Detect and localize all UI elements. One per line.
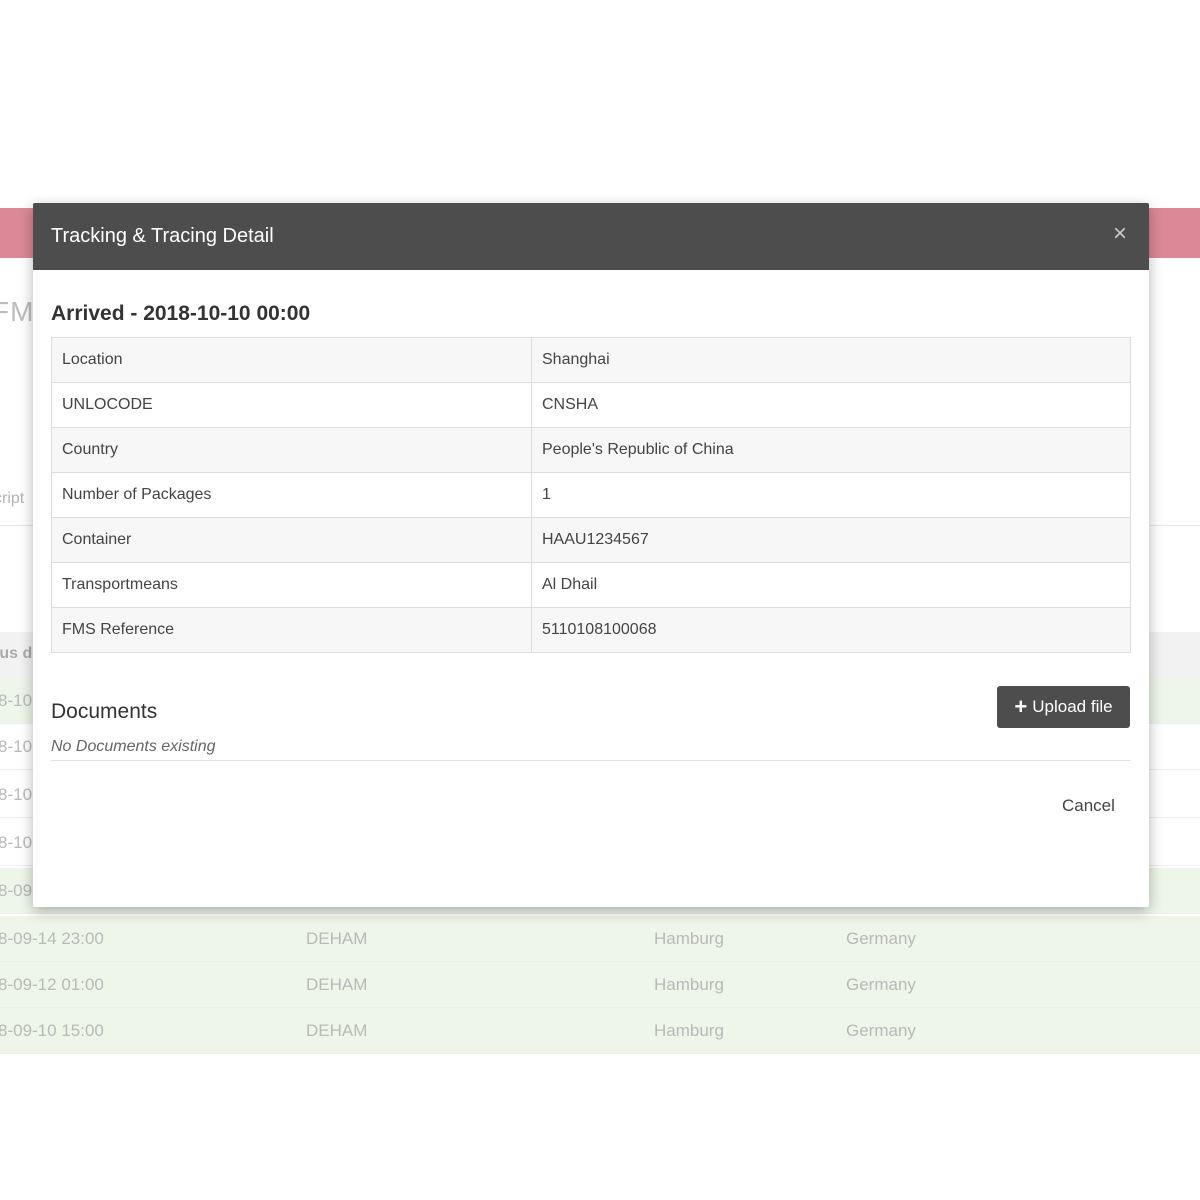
- detail-label: Country: [51, 427, 532, 473]
- documents-heading: Documents: [51, 700, 158, 723]
- detail-label: Container: [51, 517, 532, 563]
- detail-value: Shanghai: [531, 337, 1131, 383]
- tracking-detail-modal: Tracking & Tracing Detail × Arrived - 20…: [33, 203, 1149, 907]
- detail-row: Country People's Republic of China: [51, 427, 1131, 473]
- detail-row: FMS Reference 5110108100068: [51, 607, 1131, 653]
- background-cell-date: 8-10: [0, 785, 33, 804]
- detail-value: Al Dhail: [531, 562, 1131, 608]
- background-cell-date: 8-10: [0, 737, 33, 756]
- background-cell-unlocode: DEHAM: [306, 1021, 368, 1040]
- background-cell-date: 8-09: [0, 881, 33, 900]
- documents-divider: [51, 760, 1131, 761]
- detail-value: People's Republic of China: [531, 427, 1131, 473]
- detail-label: Number of Packages: [51, 472, 532, 518]
- background-table-header-label: tus d: [0, 645, 33, 662]
- background-cell-location: Hamburg: [654, 1021, 724, 1040]
- background-table-row: 8-09-12 01:00 DEHAM Hamburg Germany: [0, 962, 1200, 1008]
- close-icon[interactable]: ×: [1107, 221, 1133, 247]
- background-cell-unlocode: DEHAM: [306, 975, 368, 994]
- cancel-button[interactable]: Cancel: [1062, 796, 1115, 816]
- detail-row: Location Shanghai: [51, 337, 1131, 383]
- no-documents-message: No Documents existing: [51, 738, 216, 755]
- background-cell-date: 8-10: [0, 691, 33, 710]
- detail-row: Transportmeans Al Dhail: [51, 562, 1131, 608]
- detail-row: Number of Packages 1: [51, 472, 1131, 518]
- status-heading: Arrived - 2018-10-10 00:00: [51, 302, 311, 325]
- detail-value: 1: [531, 472, 1131, 518]
- upload-file-label: Upload file: [1032, 697, 1113, 716]
- modal-header: Tracking & Tracing Detail ×: [33, 203, 1149, 270]
- background-cell-date: 8-09-14 23:00: [0, 929, 104, 948]
- background-cell-country: Germany: [846, 975, 916, 994]
- plus-icon: +: [1014, 694, 1028, 719]
- background-table-row: 8-09-10 15:00 DEHAM Hamburg Germany: [0, 1008, 1200, 1054]
- detail-label: UNLOCODE: [51, 382, 532, 428]
- detail-table: Location Shanghai UNLOCODE CNSHA Country Peop…: [51, 337, 1131, 653]
- background-cell-date: 8-09-12 01:00: [0, 975, 104, 994]
- background-cell-country: Germany: [846, 929, 916, 948]
- background-cell-date: 8-09-10 15:00: [0, 1021, 104, 1040]
- background-cell-unlocode: DEHAM: [306, 929, 368, 948]
- background-table-row: 8-09-14 23:00 DEHAM Hamburg Germany: [0, 916, 1200, 962]
- background-description-label: script: [0, 490, 25, 507]
- detail-value: HAAU1234567: [531, 517, 1131, 563]
- background-cell-location: Hamburg: [654, 975, 724, 994]
- detail-value: 5110108100068: [531, 607, 1131, 653]
- detail-label: FMS Reference: [51, 607, 532, 653]
- background-cell-date: 8-10: [0, 833, 33, 852]
- detail-value: CNSHA: [531, 382, 1131, 428]
- detail-label: Transportmeans: [51, 562, 532, 608]
- detail-row: Container HAAU1234567: [51, 517, 1131, 563]
- background-cell-location: Hamburg: [654, 929, 724, 948]
- background-page-title: FM: [0, 296, 35, 327]
- background-cell-country: Germany: [846, 1021, 916, 1040]
- detail-row: UNLOCODE CNSHA: [51, 382, 1131, 428]
- page: FM script tus d 8-10 8-10 8-10 8-10 8-09 8-09…: [0, 0, 1200, 1200]
- modal-title: Tracking & Tracing Detail: [51, 225, 274, 247]
- detail-label: Location: [51, 337, 532, 383]
- upload-file-button[interactable]: + Upload file: [997, 686, 1130, 728]
